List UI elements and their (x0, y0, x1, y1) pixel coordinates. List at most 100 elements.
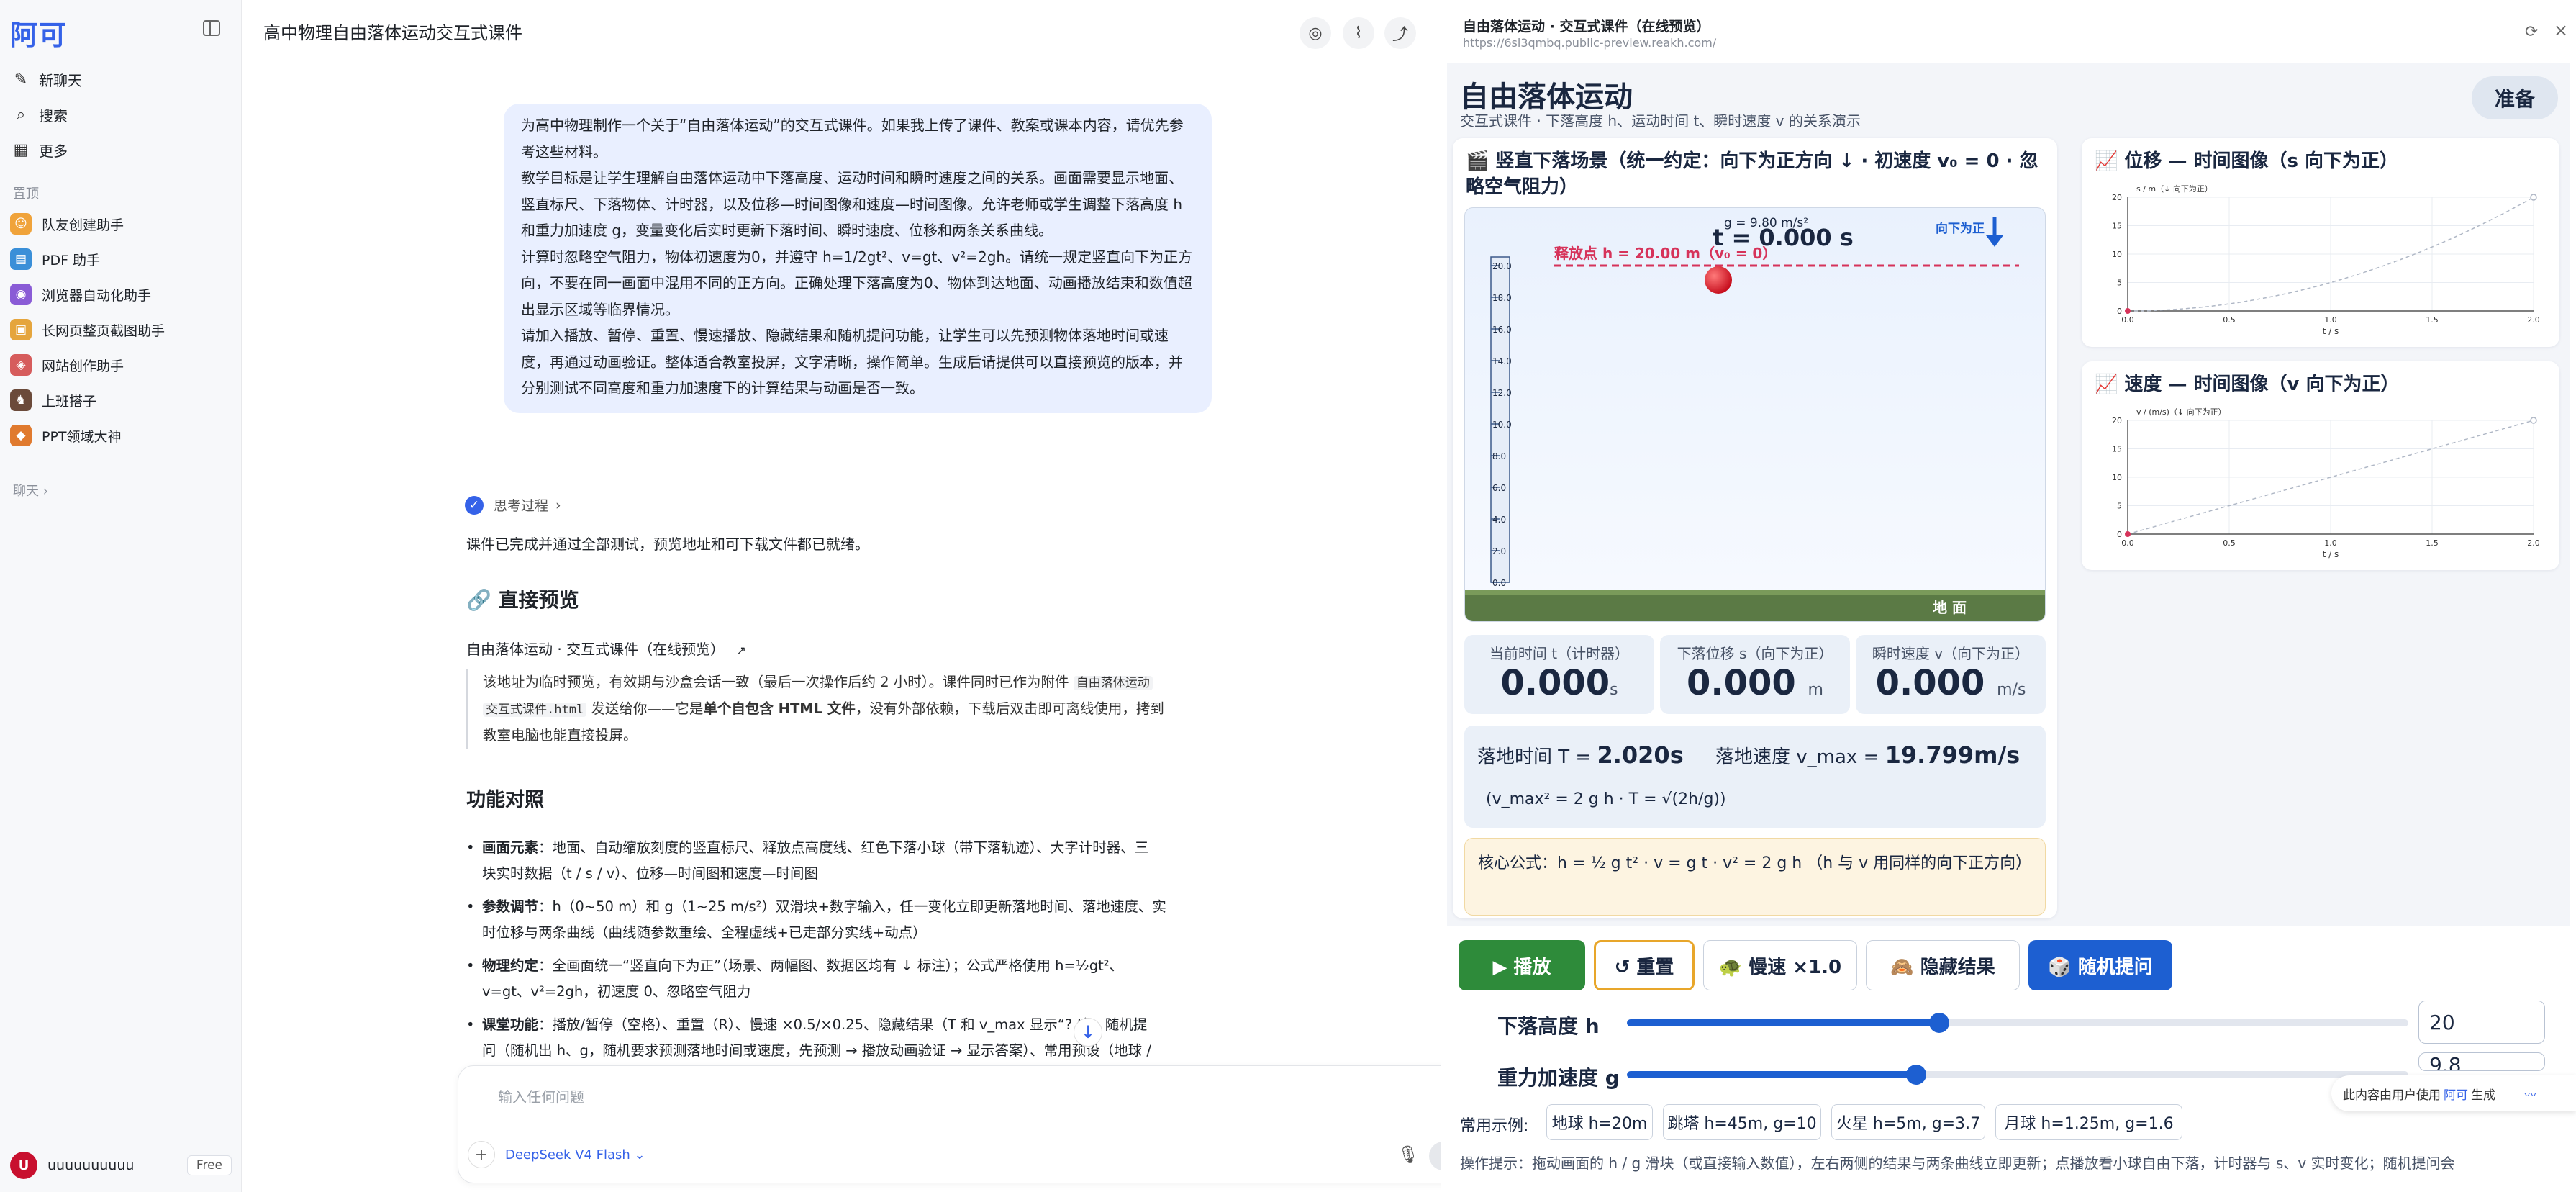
falling-ball (1705, 266, 1732, 294)
scroll-down-button[interactable]: ↓ (1074, 1018, 1102, 1047)
bot-label: PPT领域大神 (42, 428, 122, 445)
ruler-tick-label: 2.0 (1492, 546, 1506, 556)
chart-x-tick: 1.0 (2324, 538, 2337, 548)
results-summary: 落地时间 T = 2.020s 落地速度 v_max = 19.799m/s (… (1464, 726, 2046, 828)
message-input[interactable] (458, 1065, 1472, 1183)
ground-edge (1465, 590, 2045, 595)
sidebar-bot-work-buddy[interactable]: ♞ 上班搭子 (10, 384, 96, 416)
landing-time-value: 2.020s (1597, 741, 1684, 769)
bot-avatar-icon: ♞ (10, 389, 32, 411)
sidebar-bot-ppt[interactable]: ◆ PPT领域大神 (10, 420, 122, 451)
velocity-stat-label: 瞬时速度 v（向下为正） (1872, 645, 2030, 662)
timer-display: t = 0.000 s (1713, 224, 1854, 251)
search-button[interactable]: ⌕ 搜索 (10, 100, 68, 129)
preview-url[interactable]: https://6sl3qmbq.public-preview.reakh.co… (1463, 36, 1716, 50)
badge-brand[interactable]: 阿可 (2444, 1085, 2468, 1103)
preview-panel: 自由落体运动 · 交互式课件（在线预览） https://6sl3qmbq.pu… (1441, 0, 2576, 1192)
gravity-slider[interactable] (1627, 1065, 2408, 1085)
presets-label: 常用示例: (1460, 1117, 1529, 1135)
chart-x-label: t / s (2323, 326, 2339, 335)
random-quiz-button[interactable]: 🎲 随机提问 (2028, 940, 2172, 990)
feature-title: 参数调节 (482, 898, 539, 915)
sidebar-bot-website[interactable]: ◈ 网站创作助手 (10, 349, 124, 381)
chart-x-tick: 1.0 (2324, 315, 2337, 325)
feature-text: ：全画面统一“竖直向下为正”（场景、两幅图、数据区均有 ↓ 标注）；公式严格使用… (538, 957, 1124, 974)
preset-mars[interactable]: 火星 h=5m, g=3.7 (1831, 1104, 1985, 1140)
preset-moon[interactable]: 月球 h=1.25m, g=1.6 (1995, 1104, 2182, 1140)
sidebar-collapse-icon[interactable] (203, 20, 220, 36)
hide-results-button[interactable]: 🙈 隐藏结果 (1866, 940, 2020, 990)
attachment-icon[interactable]: ⌇ (1343, 17, 1374, 49)
down-positive-label: 向下为正 (1936, 221, 1985, 236)
bot-label: PDF 助手 (42, 252, 101, 268)
chart-x-tick: 0.5 (2223, 315, 2236, 325)
note-bold: 单个自包含 HTML 文件 (703, 700, 856, 717)
bot-label: 长网页整页截图助手 (42, 322, 165, 339)
app-logo[interactable]: 阿可 (10, 13, 68, 53)
preview-note: 该地址为临时预览，有效期与沙盒会话一致（最后一次操作后约 2 小时）。课件同时已… (466, 669, 1215, 749)
velocity-stat-value: 0.000 (1875, 663, 1985, 703)
gravity-slider-handle[interactable] (1905, 1065, 1926, 1085)
feature-title: 画面元素 (482, 839, 539, 856)
bot-label: 浏览器自动化助手 (42, 287, 152, 304)
gravity-input[interactable]: 9.8 (2418, 1052, 2545, 1071)
sidebar-bot-browser[interactable]: ◉ 浏览器自动化助手 (10, 279, 151, 310)
usage-tip: 操作提示：拖动画面的 h / g 滑块（或直接输入数值），左右两侧的结果与两条曲… (1460, 1155, 2455, 1172)
add-attachment-button[interactable]: + (468, 1141, 495, 1168)
feature-text: ：地面、自动缩放刻度的竖直标尺、释放点高度线、红色下落小球（带下落轨迹）、大字计… (538, 839, 1149, 856)
share-icon[interactable]: ⤴ (1384, 17, 1416, 49)
more-button[interactable]: ▦ 更多 (10, 135, 68, 164)
down-arrow-icon (1986, 217, 2003, 247)
bot-avatar-icon: ▤ (10, 248, 32, 270)
preview-link[interactable]: 自由落体运动 · 交互式课件（在线预览） ↗ (466, 636, 1215, 664)
user-name: uuuuuuuuuu (47, 1157, 135, 1173)
thinking-toggle[interactable]: ✓ 思考过程 › (465, 495, 561, 515)
slow-motion-button[interactable]: 🐢 慢速 ×1.0 (1703, 940, 1857, 990)
close-icon[interactable]: × (2554, 20, 2568, 40)
preset-tower[interactable]: 跳塔 h=45m, g=10 (1663, 1104, 1821, 1140)
microphone-icon[interactable]: 🎙 (1397, 1144, 1419, 1165)
audio-wave-icon[interactable]: 〰 (2524, 1085, 2536, 1103)
chart-endpoint (2530, 417, 2537, 424)
model-selector[interactable]: DeepSeek V4 Flash ⌄ (505, 1147, 645, 1162)
preview-heading: 🔗 直接预览 (466, 587, 1215, 613)
edit-icon: ✎ (14, 70, 28, 89)
chart-x-tick: 1.5 (2426, 538, 2439, 548)
new-chat-button[interactable]: ✎ 新聊天 (10, 65, 82, 94)
height-input[interactable]: 20 (2418, 1001, 2545, 1044)
feature-item: 画面元素：地面、自动缩放刻度的竖直标尺、释放点高度线、红色下落小球（带下落轨迹）… (466, 835, 1215, 887)
refresh-icon[interactable]: ⟳ (2525, 23, 2538, 41)
plan-badge[interactable]: Free (186, 1155, 232, 1175)
reset-button[interactable]: ↺ 重置 (1594, 940, 1695, 990)
time-stat: 当前时间 t（计时器） 0.000s (1464, 635, 1654, 714)
user-profile[interactable]: U uuuuuuuuuu Free (10, 1149, 232, 1182)
height-slider[interactable] (1627, 1013, 2408, 1033)
user-message-paragraph: 计算时忽略空气阻力，物体初速度为0，并遵守 h=1/2gt²、v=gt、v²=2… (521, 248, 1193, 318)
displacement-chart-heading: 📈 位移 — 时间图像（s 向下为正） (2095, 150, 2399, 172)
core-formula: 核心公式：h = ½ g t² · v = g t · v² = 2 g h （… (1464, 838, 2046, 916)
displacement-chart: s / m（↓ 向下为正）051015200.0 0.5 1.0 1.5 2.0t / … (2112, 184, 2540, 335)
sidebar-bot-pdf[interactable]: ▤ PDF 助手 (10, 243, 100, 275)
bot-avatar-icon: ▣ (10, 319, 32, 340)
sidebar-bot-team-builder[interactable]: ☺ 队友创建助手 (10, 208, 124, 240)
chart-x-tick: 2.0 (2527, 538, 2540, 548)
note-text: 发送给你——它是 (586, 700, 704, 717)
scene-card: 🎬 竖直下落场景（统一约定：向下为正方向 ↓ · 初速度 v₀ = 0 · 忽略… (1453, 138, 2057, 918)
preset-earth[interactable]: 地球 h=20m (1546, 1104, 1653, 1140)
ruler-tick-label: 16.0 (1492, 325, 1512, 335)
play-button[interactable]: ▶ 播放 (1459, 940, 1585, 990)
landing-speed-value: 19.799m/s (1885, 741, 2021, 769)
note-text: ，没有外部依赖，下载后双击即可离线使用，拷到 (855, 700, 1164, 717)
avatar: U (10, 1152, 37, 1179)
chart-x-tick: 0.0 (2121, 315, 2134, 325)
chats-section-label[interactable]: 聊天 › (13, 481, 48, 500)
feature-title: 物理约定 (482, 957, 539, 974)
link-icon: 🔗 (466, 588, 491, 612)
feature-item: 物理约定：全画面统一“竖直向下为正”（场景、两幅图、数据区均有 ↓ 标注）；公式… (466, 953, 1215, 1005)
chart-y-label: v / (m/s)（↓ 向下为正） (2136, 407, 2226, 417)
feature-text: 时位移与两条曲线（曲线随参数重绘、全程虚线+已走部分实线+动点） (482, 924, 927, 941)
height-slider-fill (1627, 1019, 1940, 1026)
globe-icon[interactable]: ◎ (1300, 17, 1331, 49)
sidebar-bot-screenshot[interactable]: ▣ 长网页整页截图助手 (10, 314, 165, 346)
user-message-paragraph: 教学目标是让学生理解自由落体运动中下落高度、运动时间和瞬时速度之间的关系。画面需… (521, 169, 1183, 239)
